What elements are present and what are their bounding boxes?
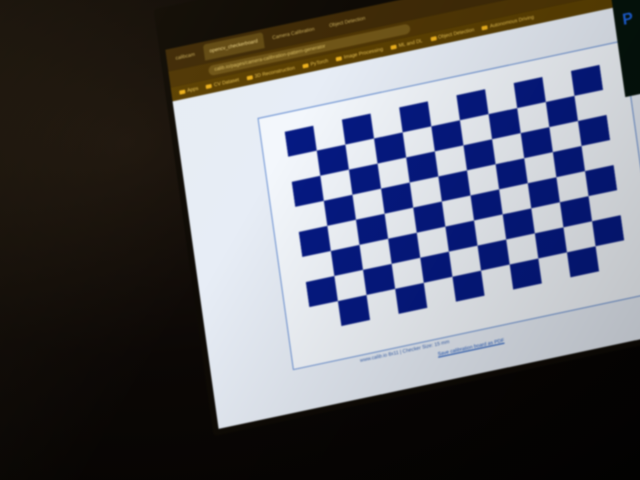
checker-square xyxy=(570,64,604,96)
checker-square xyxy=(298,225,331,258)
bookmark-label: CV Dataset xyxy=(213,77,240,89)
checker-square xyxy=(330,244,364,277)
folder-icon xyxy=(179,89,186,95)
sidebar-glyph: P xyxy=(621,9,635,29)
checker-square xyxy=(470,189,503,221)
checker-square xyxy=(341,113,375,145)
bookmark-item[interactable]: PyTorch xyxy=(302,58,329,69)
checker-square xyxy=(559,196,593,228)
checker-square xyxy=(513,76,546,109)
checker-square xyxy=(488,108,521,140)
checker-square xyxy=(520,127,553,159)
checker-square xyxy=(509,258,542,290)
checker-square xyxy=(348,163,382,195)
folder-icon xyxy=(430,36,437,42)
checker-square xyxy=(431,120,464,152)
checker-square xyxy=(374,132,407,164)
checker-square xyxy=(323,194,356,226)
bookmark-item[interactable]: Apps xyxy=(179,86,199,96)
checker-square xyxy=(527,177,560,209)
checker-square xyxy=(445,220,478,252)
checker-square xyxy=(291,175,324,207)
checker-square xyxy=(363,263,396,295)
folder-icon xyxy=(390,44,398,50)
folder-icon xyxy=(335,56,343,62)
checker-square xyxy=(284,125,317,157)
folder-icon xyxy=(205,83,213,90)
checker-square xyxy=(456,89,489,121)
checker-square xyxy=(388,232,421,264)
checkerboard xyxy=(284,64,625,327)
checker-square xyxy=(463,139,496,171)
bookmark-label: Apps xyxy=(186,85,199,95)
checker-square xyxy=(566,246,600,278)
checker-square xyxy=(420,251,453,283)
checker-square xyxy=(577,114,611,147)
checker-square xyxy=(585,165,618,197)
checker-square xyxy=(495,158,528,190)
checker-square xyxy=(399,101,432,133)
checker-square xyxy=(316,144,349,176)
checker-square xyxy=(477,239,510,271)
pattern-preview xyxy=(257,40,640,371)
checker-square xyxy=(395,282,428,314)
monitor: calibcam opencv_checkerboard Camera Cali… xyxy=(153,0,640,437)
checker-square xyxy=(406,151,439,183)
checker-square xyxy=(552,146,586,178)
checker-square xyxy=(355,213,389,245)
checker-square xyxy=(381,182,414,214)
checker-square xyxy=(592,215,625,247)
folder-icon xyxy=(246,75,254,81)
checker-square xyxy=(452,270,485,302)
camera-photo: calibcam opencv_checkerboard Camera Cali… xyxy=(0,0,640,480)
checker-square xyxy=(337,294,371,327)
folder-icon xyxy=(481,25,489,31)
checker-square xyxy=(545,95,578,128)
checker-square xyxy=(502,208,535,240)
checker-square xyxy=(413,201,446,233)
bookmark-label: PyTorch xyxy=(310,58,329,68)
checker-square xyxy=(534,227,567,259)
folder-icon xyxy=(302,63,309,69)
checker-square xyxy=(305,276,338,308)
checker-square xyxy=(438,170,471,202)
bookmark-label: ML and DL xyxy=(398,38,423,50)
